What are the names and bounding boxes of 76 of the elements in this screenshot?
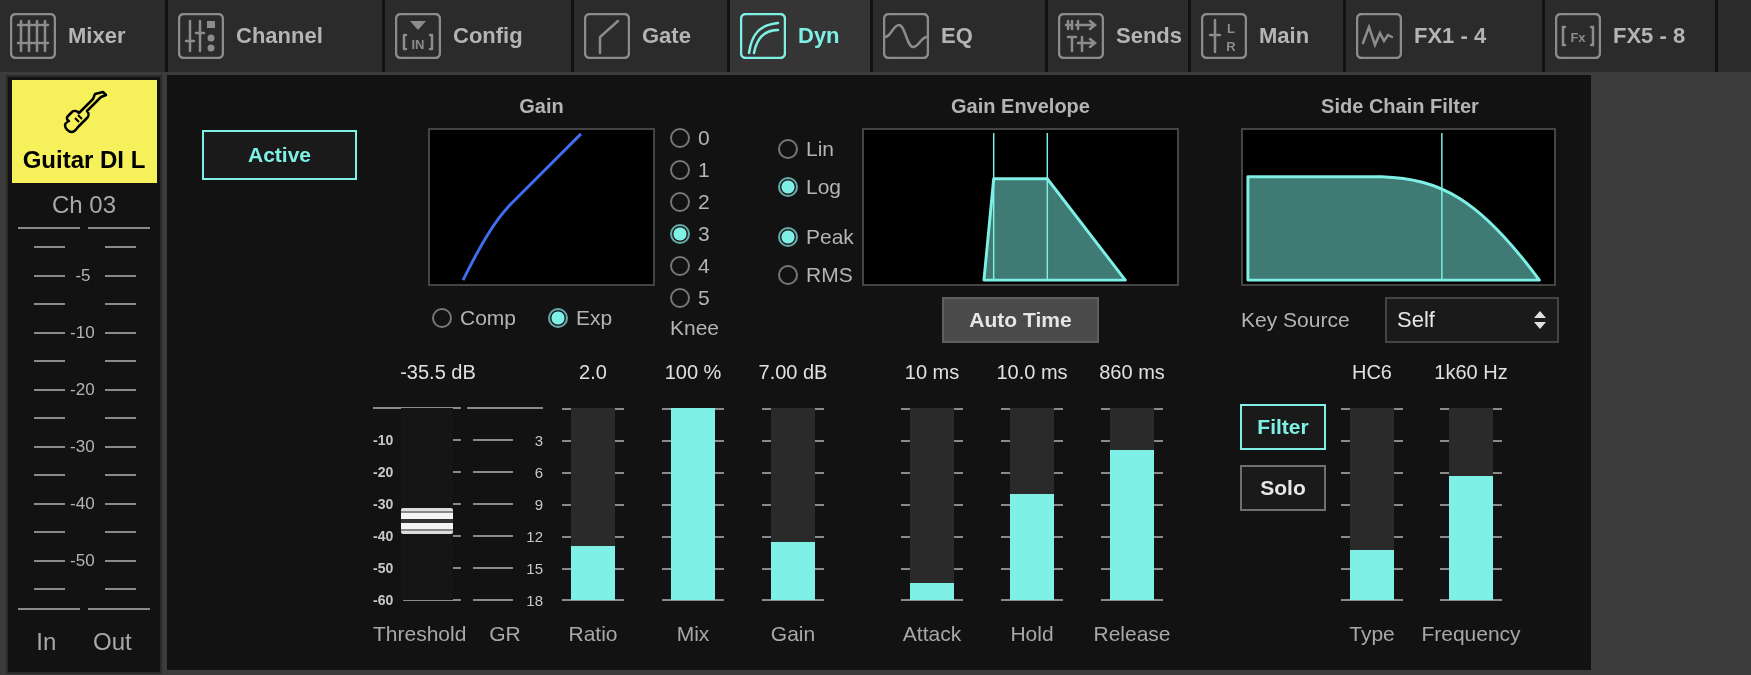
fader-label: Release — [1093, 622, 1171, 646]
knee-radio[interactable]: 3 — [670, 218, 730, 250]
fader-value: 1k60 Hz — [1434, 360, 1508, 384]
fader-value: 7.00 dB — [758, 360, 828, 384]
fader-icon: L R — [1201, 13, 1247, 59]
fader-value: 860 ms — [1099, 360, 1165, 384]
mode-radio[interactable]: Comp — [432, 306, 517, 330]
threshold-value: -35.5 dB — [399, 360, 477, 384]
section-title: Side Chain Filter — [1320, 95, 1480, 117]
gain-reduction-scale-label: 12 — [525, 527, 543, 545]
threshold-scale-label: -60 — [373, 592, 395, 608]
channel-number: Ch 03 — [51, 191, 116, 219]
gain-reduction-scale-label: 3 — [533, 431, 543, 449]
knee-radio[interactable]: 0 — [670, 122, 730, 154]
knee-label: Knee — [670, 316, 721, 340]
gain-reduction-scale-label: 6 — [533, 463, 543, 481]
knee-radio[interactable]: 4 — [670, 250, 730, 282]
fader-label: Hold — [1010, 622, 1054, 646]
knee-radio[interactable]: 2 — [670, 186, 730, 218]
threshold-scale-label: -20 — [373, 464, 395, 480]
faders-icon — [178, 13, 224, 59]
mode-radio[interactable]: Exp — [548, 306, 613, 330]
tab[interactable]: Dyn — [730, 0, 873, 72]
threshold-scale-label: -40 — [373, 528, 395, 544]
fader-value: 2.0 — [579, 360, 607, 384]
threshold-scale-label: -30 — [373, 496, 395, 512]
fader-label: Ratio — [568, 622, 618, 646]
auto-time-button[interactable]: Auto Time — [942, 297, 1099, 343]
knee-radio[interactable]: 5 — [670, 282, 730, 314]
sends-icon — [1058, 13, 1104, 59]
threshold-scale-label: -50 — [373, 560, 395, 576]
threshold-slider-thumb[interactable] — [401, 508, 453, 535]
fader-value: 10.0 ms — [996, 360, 1068, 384]
fader-value: 100 % — [664, 360, 722, 384]
effects-icon: Fx — [1555, 13, 1601, 59]
section-title: Gain Envelope — [951, 95, 1090, 117]
faders-icon — [10, 13, 56, 59]
knee-radio[interactable]: 1 — [670, 154, 730, 186]
fader-track[interactable] — [910, 408, 954, 600]
fader-label: Frequency — [1421, 622, 1521, 646]
detector-radio[interactable]: Peak — [778, 218, 858, 256]
threshold-scale-label: -10 — [373, 432, 395, 448]
fader-label: Attack — [902, 622, 962, 646]
filter-button[interactable]: Filter — [1240, 404, 1326, 450]
wave-icon — [883, 13, 929, 59]
gain-reduction-scale-label: 18 — [525, 591, 543, 609]
channel-name: Guitar DI L — [22, 146, 146, 174]
fader-label: Type — [1349, 622, 1395, 646]
fader-track[interactable] — [1350, 408, 1394, 600]
gain-reduction-scale-label: 15 — [525, 559, 543, 577]
scale-radio[interactable]: Lin — [778, 130, 858, 168]
scale-radio[interactable]: Log — [778, 168, 858, 206]
detector-radio[interactable]: RMS — [778, 256, 858, 294]
section-title: Gain — [518, 95, 565, 117]
fader-track[interactable] — [571, 408, 615, 600]
key-source-label: Key Source — [1241, 308, 1350, 332]
key-source-dropdown[interactable]: Self — [1385, 297, 1559, 343]
fader-track[interactable] — [1449, 408, 1493, 600]
curve-icon — [740, 13, 786, 59]
input-icon: IN — [395, 13, 441, 59]
fader-label: Gain — [770, 622, 816, 646]
solo-button[interactable]: Solo — [1240, 465, 1326, 511]
active-button[interactable]: Active — [202, 130, 357, 180]
wave-icon — [1356, 13, 1402, 59]
fader-label: GR — [488, 622, 522, 646]
updown-icon — [1533, 310, 1547, 330]
gain-reduction-scale-label: 9 — [533, 495, 543, 513]
gate-icon — [584, 13, 630, 59]
fader-value: HC6 — [1352, 360, 1392, 384]
fader-label: Mix — [676, 622, 710, 646]
fader-track[interactable] — [771, 408, 815, 600]
meter-label: Out — [92, 627, 132, 656]
fader-value: 10 ms — [904, 360, 960, 384]
fader-track[interactable] — [1110, 408, 1154, 600]
meter-label: In — [36, 627, 57, 656]
fader-track[interactable] — [1010, 408, 1054, 600]
